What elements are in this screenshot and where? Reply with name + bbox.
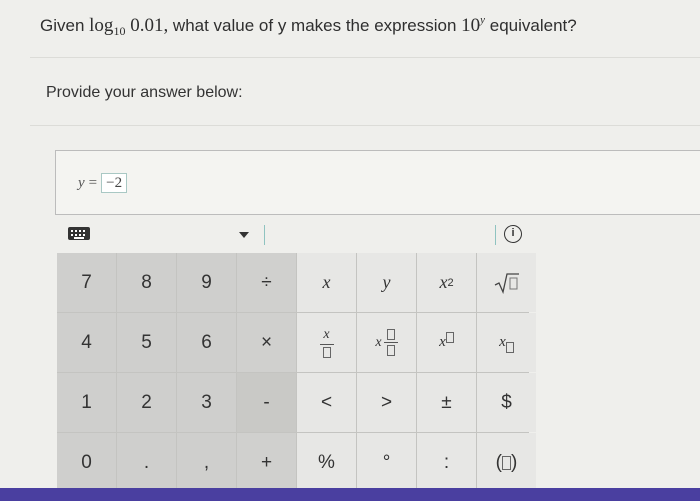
key-power[interactable]: x [417,313,476,372]
mixed-fraction-whole: x [375,334,382,350]
subscript-key-base: x [499,334,506,350]
key-y-label: y [382,272,391,292]
key-6[interactable]: 6 [177,313,236,372]
key-7[interactable]: 7 [57,253,116,312]
key-4[interactable]: 4 [57,313,116,372]
key-3[interactable]: 3 [177,373,236,432]
divider [30,125,700,126]
key-decimal[interactable]: . [117,433,176,492]
divider [30,57,700,58]
answer-prompt: Provide your answer below: [46,84,243,101]
question-text: Given log10 0.01, what value of y makes … [40,14,577,39]
key-percent[interactable]: % [297,433,356,492]
question-suffix: equivalent? [489,16,577,35]
key-parentheses[interactable]: () [477,433,536,492]
paren-box-icon [502,455,511,470]
log-word: log [89,15,114,36]
caret-down-icon [239,232,249,238]
math-keypad: 7 8 9 ÷ x y x2 4 5 6 × x x x x 1 2 3 - < [57,253,536,492]
power-base: 10 [461,15,481,36]
key-plus-minus[interactable]: ± [417,373,476,432]
paren-close: ) [511,451,518,473]
key-x[interactable]: x [297,253,356,312]
key-degree[interactable]: ° [357,433,416,492]
log-expression: log10 0.01, [89,15,169,38]
key-multiply[interactable]: × [237,313,296,372]
key-comma[interactable]: , [177,433,236,492]
key-mixed-fraction[interactable]: x [357,313,416,372]
key-x-label: x [322,272,331,292]
key-0[interactable]: 0 [57,433,116,492]
power-expression: 10y [461,14,486,36]
fraction-icon: x [319,326,334,358]
bottom-accent-bar [0,488,700,501]
key-colon[interactable]: : [417,433,476,492]
key-x-squared[interactable]: x2 [417,253,476,312]
key-2[interactable]: 2 [117,373,176,432]
page: Given log10 0.01, what value of y makes … [0,0,700,492]
subscript-box-icon [505,342,514,353]
keyboard-icon[interactable] [68,227,90,240]
power-exponent: y [480,14,486,26]
key-sqrt[interactable] [477,253,536,312]
x-squared-base: x [439,272,448,292]
key-subscript[interactable]: x [477,313,536,372]
question-middle: what value of y makes the expression [172,16,457,35]
x-squared-exp: 2 [447,276,454,289]
fraction-numerator: x [323,326,330,342]
sqrt-icon [494,272,519,294]
key-8[interactable]: 8 [117,253,176,312]
key-dollar[interactable]: $ [477,373,536,432]
toolbar-divider [495,225,496,245]
key-y[interactable]: y [357,253,416,312]
key-less-than[interactable]: < [297,373,356,432]
question-prefix: Given [40,16,85,35]
key-minus[interactable]: - [237,373,296,432]
key-5[interactable]: 5 [117,313,176,372]
answer-expression: y = −2 [78,173,128,193]
keypad-mode-dropdown[interactable] [233,225,265,245]
power-box-icon [445,332,454,343]
log-base: 10 [113,24,126,38]
key-divide[interactable]: ÷ [237,253,296,312]
power-key-base: x [439,334,446,350]
key-fraction[interactable]: x [297,313,356,372]
mixed-fraction-icon [383,329,398,356]
answer-input[interactable]: −2 [101,173,128,193]
key-plus[interactable]: + [237,433,296,492]
answer-equals: = [88,174,98,191]
math-toolbar: i [57,220,529,250]
answer-area[interactable]: y = −2 [55,150,700,215]
key-greater-than[interactable]: > [357,373,416,432]
answer-variable: y [78,174,85,191]
log-argument: 0.01, [130,15,169,36]
key-1[interactable]: 1 [57,373,116,432]
key-9[interactable]: 9 [177,253,236,312]
info-icon[interactable]: i [504,225,522,243]
